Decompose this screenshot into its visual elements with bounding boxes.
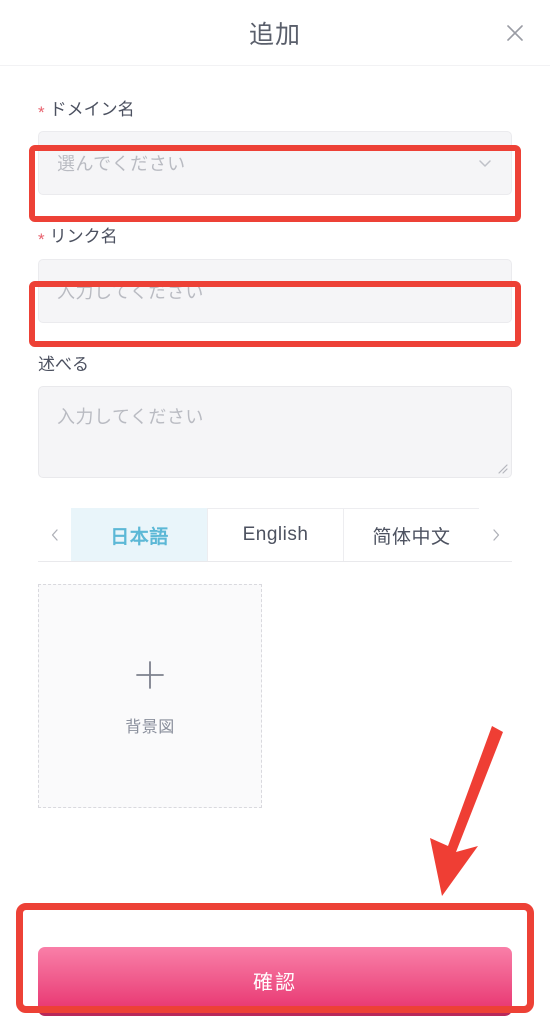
upload-area: 背景図 (38, 562, 512, 809)
close-icon[interactable] (498, 16, 532, 50)
chevron-right-icon[interactable] (479, 508, 512, 561)
field-domain-name: * ドメイン名 選んでください (38, 100, 512, 196)
required-marker: * (38, 230, 45, 250)
tab-label: 日本語 (110, 526, 169, 548)
form-body: * ドメイン名 選んでください * リンク名 入力してください 述べる 入力して… (0, 66, 550, 809)
tab-label: English (242, 524, 309, 546)
description-textarea[interactable]: 入力してください (38, 386, 512, 479)
field-label-domain-name: * ドメイン名 (38, 100, 512, 122)
link-name-input[interactable]: 入力してください (38, 258, 512, 323)
tab-english[interactable]: English (207, 508, 343, 562)
add-dialog: 追加 * ドメイン名 選んでください * リンク名 入力してください 述べる 入… (0, 0, 550, 1024)
field-label-text: 述べる (38, 354, 89, 374)
chevron-left-icon[interactable] (38, 508, 71, 561)
domain-name-select[interactable]: 選んでください (38, 131, 512, 196)
link-name-placeholder: 入力してください (57, 281, 204, 302)
tab-japanese[interactable]: 日本語 (71, 508, 207, 562)
upload-label: 背景図 (125, 719, 175, 737)
required-marker: * (38, 103, 45, 122)
language-tabs: 日本語 English 简体中文 (38, 508, 512, 563)
page-title: 追加 (248, 20, 301, 49)
field-link-name: * リンク名 入力してください (38, 227, 512, 323)
domain-name-placeholder: 選んでください (57, 154, 186, 175)
field-label-description: 述べる (38, 355, 512, 375)
confirm-button[interactable]: 確認 (38, 947, 512, 1013)
dialog-header: 追加 (0, 0, 550, 66)
field-label-text: リンク名 (49, 227, 118, 247)
background-image-upload[interactable]: 背景図 (38, 584, 262, 809)
description-placeholder: 入力してください (57, 407, 204, 428)
dialog-footer: 確認 (0, 947, 550, 1013)
tab-label: 简体中文 (372, 526, 451, 548)
field-label-text: ドメイン名 (49, 100, 135, 119)
chevron-down-icon (476, 154, 494, 172)
tab-simplified-chinese[interactable]: 简体中文 (343, 508, 479, 562)
plus-icon (130, 655, 170, 695)
field-label-link-name: * リンク名 (38, 227, 512, 250)
resize-handle[interactable] (494, 460, 508, 474)
field-description: 述べる 入力してください (38, 355, 512, 479)
